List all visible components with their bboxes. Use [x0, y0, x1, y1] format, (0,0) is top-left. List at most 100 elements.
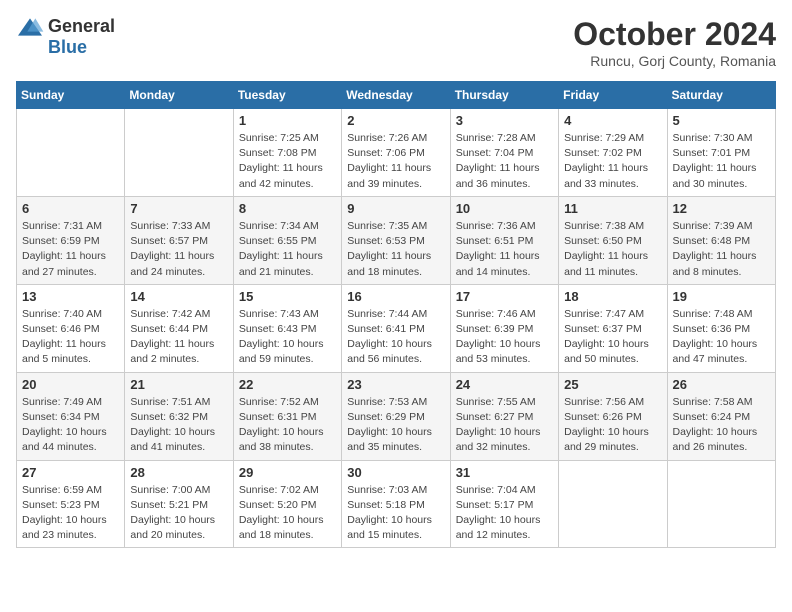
calendar-cell: 6 Sunrise: 7:31 AM Sunset: 6:59 PM Daylig… — [17, 196, 125, 284]
day-number: 1 — [239, 113, 336, 128]
day-number: 3 — [456, 113, 553, 128]
day-info: Sunrise: 7:44 AM Sunset: 6:41 PM Dayligh… — [347, 307, 444, 368]
calendar-cell — [125, 109, 233, 197]
day-number: 11 — [564, 201, 661, 216]
calendar-cell: 19 Sunrise: 7:48 AM Sunset: 6:36 PM Dayli… — [667, 284, 775, 372]
day-info: Sunrise: 7:30 AM Sunset: 7:01 PM Dayligh… — [673, 131, 770, 192]
day-info: Sunrise: 7:31 AM Sunset: 6:59 PM Dayligh… — [22, 219, 119, 280]
day-info: Sunrise: 7:47 AM Sunset: 6:37 PM Dayligh… — [564, 307, 661, 368]
calendar-cell: 4 Sunrise: 7:29 AM Sunset: 7:02 PM Daylig… — [559, 109, 667, 197]
calendar-cell — [667, 460, 775, 548]
calendar-cell: 27 Sunrise: 6:59 AM Sunset: 5:23 PM Dayli… — [17, 460, 125, 548]
calendar-cell: 3 Sunrise: 7:28 AM Sunset: 7:04 PM Daylig… — [450, 109, 558, 197]
calendar-cell: 30 Sunrise: 7:03 AM Sunset: 5:18 PM Dayli… — [342, 460, 450, 548]
calendar-cell: 20 Sunrise: 7:49 AM Sunset: 6:34 PM Dayli… — [17, 372, 125, 460]
day-info: Sunrise: 7:33 AM Sunset: 6:57 PM Dayligh… — [130, 219, 227, 280]
day-info: Sunrise: 7:35 AM Sunset: 6:53 PM Dayligh… — [347, 219, 444, 280]
calendar-cell: 5 Sunrise: 7:30 AM Sunset: 7:01 PM Daylig… — [667, 109, 775, 197]
day-number: 21 — [130, 377, 227, 392]
day-number: 4 — [564, 113, 661, 128]
calendar-cell: 14Sunrise: 7:42 AM Sunset: 6:44 PM Dayli… — [125, 284, 233, 372]
day-info: Sunrise: 7:04 AM Sunset: 5:17 PM Dayligh… — [456, 483, 553, 544]
day-number: 20 — [22, 377, 119, 392]
day-info: Sunrise: 7:39 AM Sunset: 6:48 PM Dayligh… — [673, 219, 770, 280]
day-number: 23 — [347, 377, 444, 392]
day-number: 25 — [564, 377, 661, 392]
calendar-cell: 12 Sunrise: 7:39 AM Sunset: 6:48 PM Dayli… — [667, 196, 775, 284]
day-info: Sunrise: 7:29 AM Sunset: 7:02 PM Dayligh… — [564, 131, 661, 192]
calendar-cell: 10 Sunrise: 7:36 AM Sunset: 6:51 PM Dayli… — [450, 196, 558, 284]
calendar-cell: 24Sunrise: 7:55 AM Sunset: 6:27 PM Dayli… — [450, 372, 558, 460]
calendar-body: 1 Sunrise: 7:25 AM Sunset: 7:08 PM Daylig… — [17, 109, 776, 548]
calendar-cell: 9 Sunrise: 7:35 AM Sunset: 6:53 PM Daylig… — [342, 196, 450, 284]
day-info: Sunrise: 6:59 AM Sunset: 5:23 PM Dayligh… — [22, 483, 119, 544]
calendar-week-row: 6 Sunrise: 7:31 AM Sunset: 6:59 PM Daylig… — [17, 196, 776, 284]
day-info: Sunrise: 7:00 AM Sunset: 5:21 PM Dayligh… — [130, 483, 227, 544]
day-number: 12 — [673, 201, 770, 216]
day-info: Sunrise: 7:49 AM Sunset: 6:34 PM Dayligh… — [22, 395, 119, 456]
weekday-header-cell: Tuesday — [233, 82, 341, 109]
calendar-cell: 28 Sunrise: 7:00 AM Sunset: 5:21 PM Dayli… — [125, 460, 233, 548]
day-info: Sunrise: 7:56 AM Sunset: 6:26 PM Dayligh… — [564, 395, 661, 456]
day-number: 22 — [239, 377, 336, 392]
day-number: 31 — [456, 465, 553, 480]
day-info: Sunrise: 7:52 AM Sunset: 6:31 PM Dayligh… — [239, 395, 336, 456]
location-title: Runcu, Gorj County, Romania — [573, 53, 776, 69]
day-number: 26 — [673, 377, 770, 392]
calendar-cell: 13 Sunrise: 7:40 AM Sunset: 6:46 PM Dayli… — [17, 284, 125, 372]
calendar-cell: 15 Sunrise: 7:43 AM Sunset: 6:43 PM Dayli… — [233, 284, 341, 372]
day-number: 28 — [130, 465, 227, 480]
day-info: Sunrise: 7:55 AM Sunset: 6:27 PM Dayligh… — [456, 395, 553, 456]
logo-icon — [16, 17, 44, 37]
day-number: 13 — [22, 289, 119, 304]
calendar-week-row: 20 Sunrise: 7:49 AM Sunset: 6:34 PM Dayli… — [17, 372, 776, 460]
weekday-header-cell: Monday — [125, 82, 233, 109]
calendar-cell: 22 Sunrise: 7:52 AM Sunset: 6:31 PM Dayli… — [233, 372, 341, 460]
weekday-header-cell: Thursday — [450, 82, 558, 109]
day-number: 29 — [239, 465, 336, 480]
weekday-header-cell: Friday — [559, 82, 667, 109]
day-number: 19 — [673, 289, 770, 304]
day-info: Sunrise: 7:26 AM Sunset: 7:06 PM Dayligh… — [347, 131, 444, 192]
logo-general: General — [48, 16, 115, 37]
logo: General Blue — [16, 16, 115, 58]
day-number: 14 — [130, 289, 227, 304]
day-info: Sunrise: 7:28 AM Sunset: 7:04 PM Dayligh… — [456, 131, 553, 192]
day-info: Sunrise: 7:36 AM Sunset: 6:51 PM Dayligh… — [456, 219, 553, 280]
day-number: 27 — [22, 465, 119, 480]
page-header: General Blue October 2024 Runcu, Gorj Co… — [16, 16, 776, 69]
day-info: Sunrise: 7:40 AM Sunset: 6:46 PM Dayligh… — [22, 307, 119, 368]
day-number: 7 — [130, 201, 227, 216]
calendar-cell: 23Sunrise: 7:53 AM Sunset: 6:29 PM Dayli… — [342, 372, 450, 460]
title-block: October 2024 Runcu, Gorj County, Romania — [573, 16, 776, 69]
calendar-cell: 26 Sunrise: 7:58 AM Sunset: 6:24 PM Dayli… — [667, 372, 775, 460]
calendar-cell: 8 Sunrise: 7:34 AM Sunset: 6:55 PM Daylig… — [233, 196, 341, 284]
day-number: 18 — [564, 289, 661, 304]
day-number: 5 — [673, 113, 770, 128]
day-number: 30 — [347, 465, 444, 480]
day-info: Sunrise: 7:02 AM Sunset: 5:20 PM Dayligh… — [239, 483, 336, 544]
day-number: 9 — [347, 201, 444, 216]
calendar-cell: 29 Sunrise: 7:02 AM Sunset: 5:20 PM Dayli… — [233, 460, 341, 548]
day-number: 2 — [347, 113, 444, 128]
calendar-table: SundayMondayTuesdayWednesdayThursdayFrid… — [16, 81, 776, 548]
day-info: Sunrise: 7:43 AM Sunset: 6:43 PM Dayligh… — [239, 307, 336, 368]
calendar-cell: 16 Sunrise: 7:44 AM Sunset: 6:41 PM Dayli… — [342, 284, 450, 372]
day-number: 10 — [456, 201, 553, 216]
day-info: Sunrise: 7:48 AM Sunset: 6:36 PM Dayligh… — [673, 307, 770, 368]
day-info: Sunrise: 7:03 AM Sunset: 5:18 PM Dayligh… — [347, 483, 444, 544]
calendar-week-row: 27 Sunrise: 6:59 AM Sunset: 5:23 PM Dayli… — [17, 460, 776, 548]
day-number: 8 — [239, 201, 336, 216]
day-info: Sunrise: 7:34 AM Sunset: 6:55 PM Dayligh… — [239, 219, 336, 280]
day-number: 6 — [22, 201, 119, 216]
calendar-week-row: 13 Sunrise: 7:40 AM Sunset: 6:46 PM Dayli… — [17, 284, 776, 372]
day-number: 16 — [347, 289, 444, 304]
calendar-cell: 31 Sunrise: 7:04 AM Sunset: 5:17 PM Dayli… — [450, 460, 558, 548]
calendar-cell: 21Sunrise: 7:51 AM Sunset: 6:32 PM Dayli… — [125, 372, 233, 460]
calendar-cell: 11Sunrise: 7:38 AM Sunset: 6:50 PM Dayli… — [559, 196, 667, 284]
day-info: Sunrise: 7:46 AM Sunset: 6:39 PM Dayligh… — [456, 307, 553, 368]
day-number: 17 — [456, 289, 553, 304]
day-number: 15 — [239, 289, 336, 304]
day-info: Sunrise: 7:25 AM Sunset: 7:08 PM Dayligh… — [239, 131, 336, 192]
day-info: Sunrise: 7:58 AM Sunset: 6:24 PM Dayligh… — [673, 395, 770, 456]
